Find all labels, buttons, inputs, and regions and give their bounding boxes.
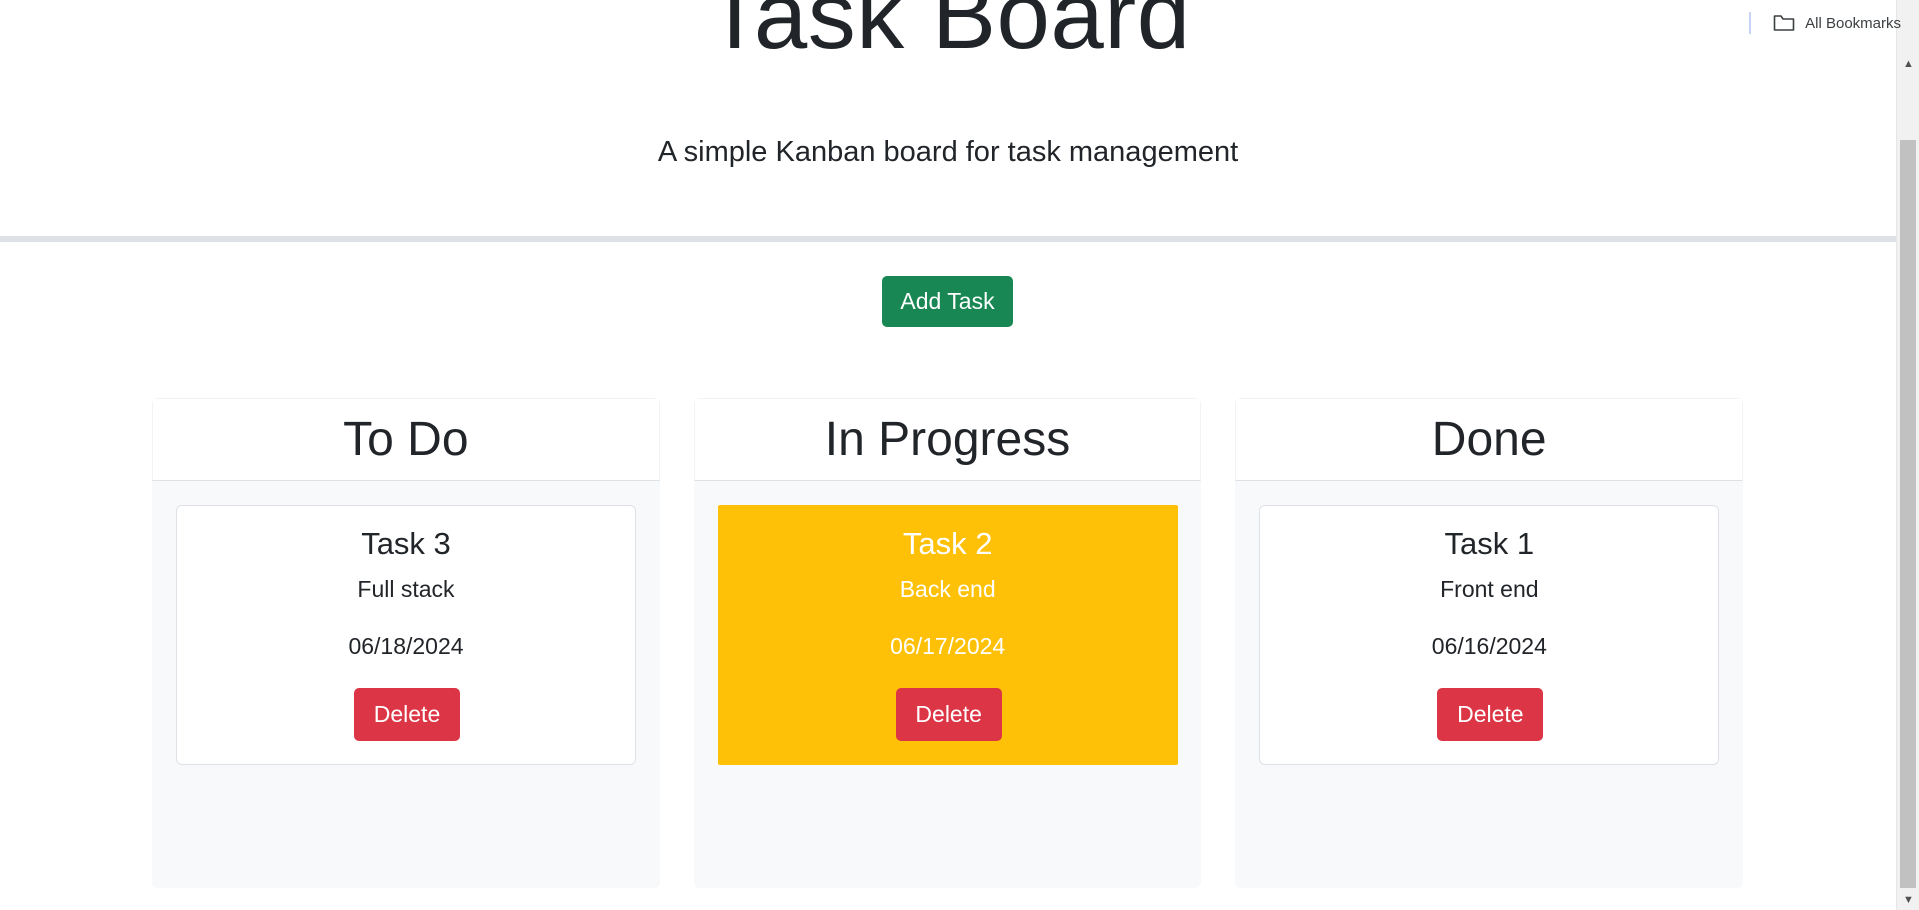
task-card[interactable]: Task 2 Back end 06/17/2024 Delete [717,505,1178,765]
page-subtitle: A simple Kanban board for task managemen… [657,136,1239,168]
task-description: Back end [899,576,996,602]
page-title: Task Board [705,0,1191,69]
kanban-board: To Do Task 3 Full stack 06/18/2024 Delet… [152,398,1744,888]
page-header: Task Board A simple Kanban board for tas… [0,0,1896,242]
task-description: Front end [1440,576,1539,602]
scrollbar-thumb[interactable] [1900,140,1916,888]
bookmarks-separator [1749,12,1752,34]
task-name: Task 3 [361,526,451,561]
column-title: In Progress [824,413,1071,466]
column-header: To Do [152,398,660,481]
column-title: To Do [343,413,469,466]
page: All Bookmarks Task Board A simple Kanban… [0,0,1919,910]
bookmarks-bar: All Bookmarks [1749,12,1901,34]
task-name: Task 2 [902,526,993,561]
scroll-up-icon[interactable]: ▲ [1897,54,1919,74]
task-card[interactable]: Task 3 Full stack 06/18/2024 Delete [176,505,636,765]
delete-task-button[interactable]: Delete [1437,688,1544,741]
add-task-button[interactable]: Add Task [882,276,1013,327]
all-bookmarks-link[interactable]: All Bookmarks [1805,15,1901,32]
column-to-do: To Do Task 3 Full stack 06/18/2024 Delet… [152,398,660,888]
scroll-down-icon[interactable]: ▼ [1897,890,1919,910]
column-done: Done Task 1 Front end 06/16/2024 Delete [1235,398,1744,888]
column-header: Done [1235,398,1744,481]
column-in-progress: In Progress Task 2 Back end 06/17/2024 D… [693,398,1202,888]
task-description: Full stack [357,576,455,602]
vertical-scrollbar[interactable]: ▲ ▼ [1896,0,1919,910]
task-date: 06/16/2024 [1431,633,1547,659]
task-date: 06/17/2024 [890,633,1006,659]
column-title: Done [1431,413,1547,466]
delete-task-button[interactable]: Delete [895,688,1002,741]
task-card[interactable]: Task 1 Front end 06/16/2024 Delete [1259,505,1720,765]
delete-task-button[interactable]: Delete [354,688,460,741]
task-date: 06/18/2024 [348,633,464,659]
column-header: In Progress [693,398,1202,481]
folder-icon[interactable] [1773,14,1795,32]
task-name: Task 1 [1444,526,1535,561]
